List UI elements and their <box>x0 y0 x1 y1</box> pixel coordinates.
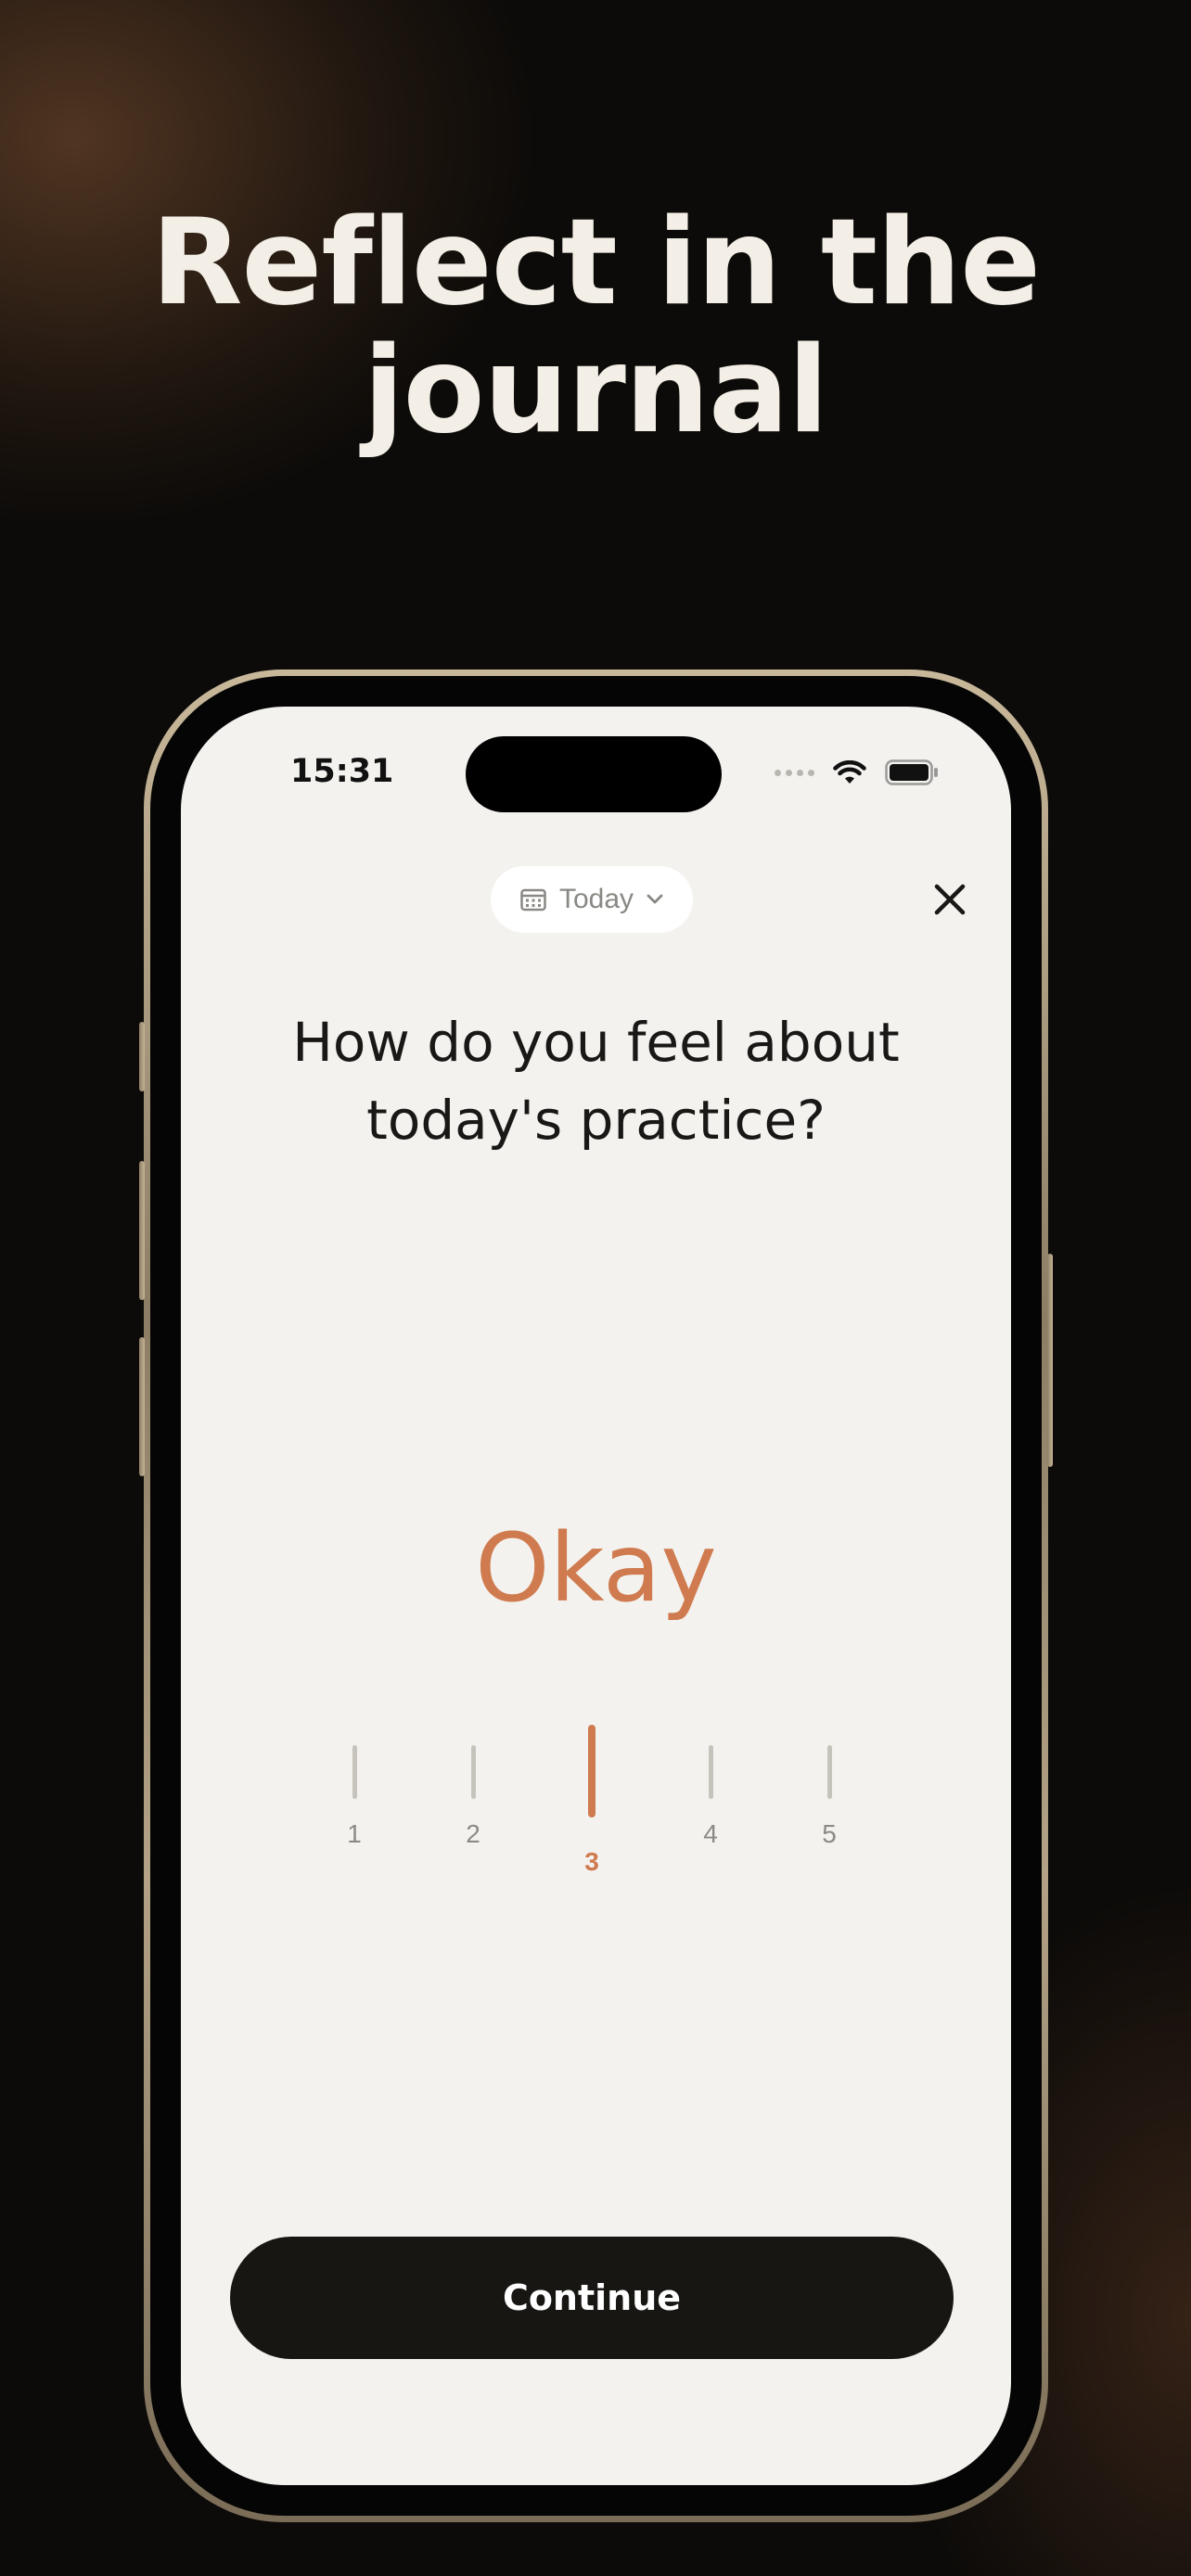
date-selector-label: Today <box>558 884 634 914</box>
phone-screen: 15:31 Today How do you feel about today'… <box>181 707 1011 2485</box>
phone-bezel: 15:31 Today How do you feel about today'… <box>150 676 1042 2516</box>
phone-power-button <box>1047 1254 1053 1467</box>
cellular-signal-icon <box>775 769 814 776</box>
status-time: 15:31 <box>290 753 394 790</box>
chevron-down-icon <box>647 894 663 904</box>
mood-option-5[interactable]: 5 <box>797 1745 862 1849</box>
phone-frame: 15:31 Today How do you feel about today'… <box>139 670 1053 2522</box>
battery-icon <box>885 759 938 785</box>
scale-number: 2 <box>466 1819 480 1848</box>
mood-option-4[interactable]: 4 <box>678 1745 743 1849</box>
scale-number: 1 <box>347 1819 362 1848</box>
mood-label: Okay <box>475 1513 717 1624</box>
scale-tick <box>470 1745 476 1799</box>
status-icons <box>775 759 939 785</box>
question-line-2: today's practice? <box>366 1089 826 1152</box>
promo-headline: Reflect in the journal <box>0 199 1191 455</box>
scale-tick <box>708 1745 713 1799</box>
headline-line-1: Reflect in the <box>150 194 1041 332</box>
mood-option-2[interactable]: 2 <box>441 1745 506 1849</box>
dynamic-island <box>466 736 722 812</box>
phone-volume-up-button <box>139 1161 145 1300</box>
scale-number: 3 <box>584 1847 599 1876</box>
calendar-icon <box>520 888 546 912</box>
scale-tick-selected <box>588 1725 596 1817</box>
scale-tick <box>352 1745 357 1799</box>
journal-question: How do you feel about today's practice? <box>181 1003 1011 1159</box>
phone-volume-down-button <box>139 1337 145 1476</box>
mood-option-3[interactable]: 3 <box>559 1725 624 1877</box>
phone-action-button <box>139 1022 145 1091</box>
wifi-icon <box>833 759 866 784</box>
close-icon <box>934 884 966 915</box>
mood-rating-scale[interactable]: 1 2 3 4 5 <box>181 1725 1011 1912</box>
question-line-1: How do you feel about <box>292 1011 900 1074</box>
headline-line-2: journal <box>363 322 828 460</box>
mood-option-1[interactable]: 1 <box>322 1745 387 1849</box>
scale-tick <box>826 1745 832 1799</box>
date-selector-button[interactable]: Today <box>491 866 693 933</box>
scale-number: 5 <box>822 1819 837 1848</box>
close-button[interactable] <box>929 879 970 920</box>
scale-number: 4 <box>703 1819 718 1848</box>
continue-button[interactable]: Continue <box>230 2237 954 2359</box>
